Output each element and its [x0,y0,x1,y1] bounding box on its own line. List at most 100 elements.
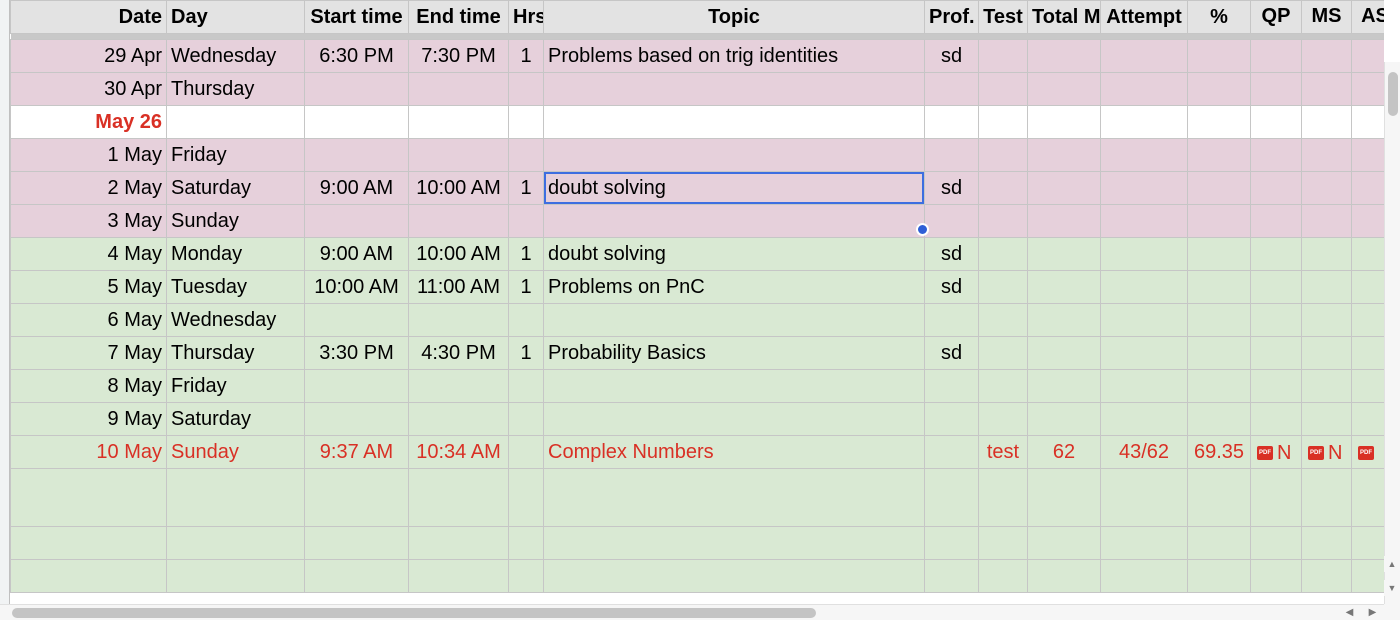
cell-qp[interactable] [1250,303,1302,337]
cell-day[interactable]: Thursday [166,336,305,370]
cell-total[interactable] [1027,237,1101,271]
cell-test[interactable] [978,171,1028,205]
cell-empty[interactable] [408,559,509,593]
cell-attempt[interactable] [1100,237,1188,271]
cell-as[interactable] [1351,270,1384,304]
cell-hrs[interactable] [508,204,544,238]
cell-as[interactable]: PDF [1351,435,1384,469]
cell-as[interactable] [1351,237,1384,271]
cell-total[interactable] [1027,171,1101,205]
cell-as[interactable] [1351,402,1384,436]
cell-hrs[interactable] [508,369,544,403]
cell-start[interactable]: 3:30 PM [304,336,409,370]
cell-prof[interactable]: sd [924,270,979,304]
cell-as[interactable] [1351,171,1384,205]
cell-ms[interactable] [1301,270,1352,304]
cell-topic[interactable] [543,138,925,172]
cell-test[interactable] [978,237,1028,271]
cell-prof[interactable] [924,402,979,436]
cell-qp[interactable] [1250,39,1302,73]
cell-day[interactable]: Friday [166,138,305,172]
cell-empty[interactable] [924,559,979,593]
cell-topic[interactable] [543,402,925,436]
cell-empty[interactable] [1100,559,1188,593]
cell-topic[interactable] [543,369,925,403]
cell-total[interactable] [1027,402,1101,436]
cell-prof[interactable]: sd [924,237,979,271]
cell-end[interactable]: 11:00 AM [408,270,509,304]
cell-qp[interactable] [1250,369,1302,403]
cell-test[interactable] [978,303,1028,337]
cell-percent[interactable] [1187,138,1251,172]
cell-topic[interactable] [543,72,925,106]
cell-total[interactable] [1027,105,1101,139]
cell-empty[interactable] [1351,468,1384,527]
cell-empty[interactable] [1187,468,1251,527]
cell-test[interactable] [978,369,1028,403]
cell-empty[interactable] [1187,526,1251,560]
cell-empty[interactable] [924,526,979,560]
cell-end[interactable] [408,303,509,337]
cell-total[interactable] [1027,369,1101,403]
col-header-topic[interactable]: Topic [543,0,925,34]
cell-day[interactable]: Thursday [166,72,305,106]
scroll-right-arrow-icon[interactable]: ▶ [1369,607,1377,618]
cell-end[interactable] [408,105,509,139]
cell-total-marks[interactable]: 62 [1027,435,1101,469]
cell-date[interactable]: 4 May [10,237,167,271]
horizontal-scrollbar[interactable] [0,604,1338,620]
cell-ms[interactable] [1301,402,1352,436]
cell-prof[interactable] [924,105,979,139]
cell-day[interactable]: Monday [166,237,305,271]
selection-fill-handle[interactable] [916,223,929,236]
cell-prof[interactable] [924,138,979,172]
cell-empty[interactable] [1301,559,1352,593]
cell-ms[interactable] [1301,171,1352,205]
cell-test[interactable] [978,72,1028,106]
cell-date[interactable]: 8 May [10,369,167,403]
cell-ms[interactable] [1301,39,1352,73]
cell-total[interactable] [1027,204,1101,238]
cell-percent[interactable] [1187,270,1251,304]
col-header-percent[interactable]: % [1187,0,1251,34]
cell-end[interactable] [408,72,509,106]
cell-empty[interactable] [1027,559,1101,593]
cell-ms[interactable] [1301,336,1352,370]
cell-date[interactable]: 9 May [10,402,167,436]
cell-empty[interactable] [1027,468,1101,527]
cell-prof[interactable] [924,435,979,469]
cell-attempt[interactable] [1100,369,1188,403]
cell-attempt[interactable] [1100,171,1188,205]
cell-start[interactable] [304,138,409,172]
cell-prof[interactable] [924,303,979,337]
cell-date[interactable]: 3 May [10,204,167,238]
cell-day[interactable]: Wednesday [166,39,305,73]
cell-as[interactable] [1351,204,1384,238]
cell-percent[interactable] [1187,72,1251,106]
cell-hrs[interactable] [508,402,544,436]
cell-topic[interactable]: Problems on PnC [543,270,925,304]
cell-hrs[interactable] [508,435,544,469]
cell-attempt[interactable] [1100,105,1188,139]
cell-percent[interactable]: 69.35 [1187,435,1251,469]
cell-qp[interactable] [1250,105,1302,139]
cell-end[interactable]: 10:00 AM [408,237,509,271]
cell-test[interactable] [978,336,1028,370]
cell-as[interactable] [1351,72,1384,106]
cell-total[interactable] [1027,72,1101,106]
cell-date[interactable]: 5 May [10,270,167,304]
cell-empty[interactable] [1301,526,1352,560]
cell-qp[interactable] [1250,204,1302,238]
cell-empty[interactable] [924,468,979,527]
cell-end[interactable] [408,402,509,436]
cell-empty[interactable] [304,468,409,527]
cell-empty[interactable] [10,526,167,560]
cell-as[interactable] [1351,105,1384,139]
cell-date[interactable]: 7 May [10,336,167,370]
cell-start[interactable] [304,72,409,106]
cell-percent[interactable] [1187,369,1251,403]
cell-hrs[interactable]: 1 [508,171,544,205]
col-header-hrs[interactable]: Hrs [508,0,544,34]
cell-empty[interactable] [304,559,409,593]
cell-total[interactable] [1027,270,1101,304]
